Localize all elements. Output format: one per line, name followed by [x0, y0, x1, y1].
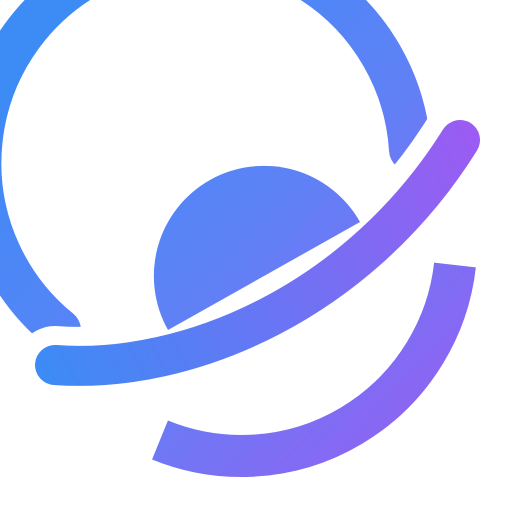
- planet-icon: [0, 0, 499, 477]
- icon-canvas: [0, 0, 512, 512]
